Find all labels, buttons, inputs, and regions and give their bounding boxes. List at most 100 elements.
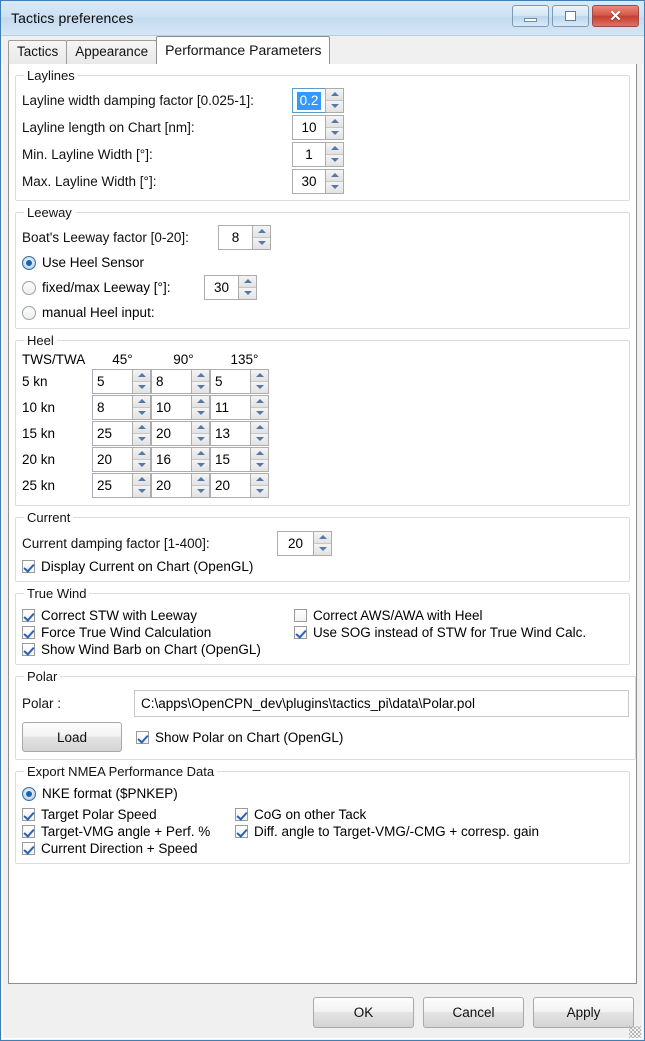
heel-input[interactable] bbox=[151, 421, 191, 446]
heel-cell-15kn-45[interactable] bbox=[92, 421, 151, 446]
spin-up-icon[interactable] bbox=[251, 370, 268, 382]
heel-spin-buttons[interactable] bbox=[250, 369, 269, 394]
heel-input[interactable] bbox=[92, 421, 132, 446]
max-layline-width-input[interactable] bbox=[292, 169, 325, 194]
leeway-factor-stepper[interactable] bbox=[218, 225, 271, 250]
checkbox-correct-aws-awa-with-heel[interactable]: Correct AWS/AWA with Heel bbox=[294, 608, 586, 623]
heel-spin-buttons[interactable] bbox=[132, 421, 151, 446]
heel-cell-10kn-90[interactable] bbox=[151, 395, 210, 420]
spin-up-icon[interactable] bbox=[133, 370, 150, 382]
leeway-factor-input[interactable] bbox=[218, 225, 252, 250]
heel-input[interactable] bbox=[210, 395, 250, 420]
layline-length-spin-buttons[interactable] bbox=[325, 115, 344, 140]
spin-up-icon[interactable] bbox=[251, 396, 268, 408]
checkbox-display-current-on-chart[interactable]: Display Current on Chart (OpenGL) bbox=[22, 559, 623, 574]
heel-input[interactable] bbox=[210, 369, 250, 394]
spin-down-icon[interactable] bbox=[192, 382, 209, 394]
spin-down-icon[interactable] bbox=[192, 434, 209, 446]
heel-input[interactable] bbox=[151, 395, 191, 420]
spin-down-icon[interactable] bbox=[251, 486, 268, 498]
spin-up-icon[interactable] bbox=[253, 226, 270, 238]
tab-appearance[interactable]: Appearance bbox=[66, 40, 157, 64]
min-layline-width-spin-buttons[interactable] bbox=[325, 142, 344, 167]
spin-down-icon[interactable] bbox=[326, 182, 343, 194]
heel-cell-25kn-135[interactable] bbox=[210, 473, 269, 498]
spin-down-icon[interactable] bbox=[133, 486, 150, 498]
heel-cell-20kn-90[interactable] bbox=[151, 447, 210, 472]
spin-up-icon[interactable] bbox=[326, 116, 343, 128]
layline-damping-spin-buttons[interactable] bbox=[325, 88, 344, 113]
spin-up-icon[interactable] bbox=[314, 532, 331, 544]
checkbox-current-direction-speed[interactable]: Current Direction + Speed bbox=[22, 841, 235, 856]
heel-cell-15kn-90[interactable] bbox=[151, 421, 210, 446]
checkbox-force-true-wind-calculation[interactable]: Force True Wind Calculation bbox=[22, 625, 294, 640]
checkbox-target-vmg-angle[interactable]: Target-VMG angle + Perf. % bbox=[22, 824, 235, 839]
heel-spin-buttons[interactable] bbox=[132, 369, 151, 394]
layline-damping-stepper[interactable]: 0.2 bbox=[292, 88, 344, 113]
fixed-max-leeway-spin-buttons[interactable] bbox=[238, 275, 257, 300]
spin-down-icon[interactable] bbox=[192, 460, 209, 472]
checkbox-use-sog-instead-of-stw[interactable]: Use SOG instead of STW for True Wind Cal… bbox=[294, 625, 586, 640]
close-button[interactable]: ✕ bbox=[592, 5, 639, 27]
fixed-max-leeway-stepper[interactable] bbox=[204, 275, 257, 300]
checkbox-show-polar-on-chart[interactable]: Show Polar on Chart (OpenGL) bbox=[136, 730, 343, 745]
heel-spin-buttons[interactable] bbox=[191, 447, 210, 472]
cancel-button[interactable]: Cancel bbox=[423, 997, 524, 1028]
layline-damping-input[interactable]: 0.2 bbox=[292, 88, 325, 113]
spin-down-icon[interactable] bbox=[251, 408, 268, 420]
heel-cell-5kn-90[interactable] bbox=[151, 369, 210, 394]
spin-up-icon[interactable] bbox=[239, 276, 256, 288]
tab-tactics[interactable]: Tactics bbox=[8, 40, 67, 64]
load-button[interactable]: Load bbox=[22, 722, 122, 752]
fixed-max-leeway-input[interactable] bbox=[204, 275, 238, 300]
spin-down-icon[interactable] bbox=[253, 238, 270, 250]
checkbox-icon-checked[interactable] bbox=[22, 626, 35, 639]
heel-spin-buttons[interactable] bbox=[250, 473, 269, 498]
heel-spin-buttons[interactable] bbox=[250, 421, 269, 446]
spin-down-icon[interactable] bbox=[251, 460, 268, 472]
checkbox-icon-checked[interactable] bbox=[235, 808, 248, 821]
max-layline-width-spin-buttons[interactable] bbox=[325, 169, 344, 194]
heel-input[interactable] bbox=[92, 473, 132, 498]
checkbox-icon-checked[interactable] bbox=[22, 825, 35, 838]
spin-up-icon[interactable] bbox=[192, 422, 209, 434]
checkbox-show-wind-barb-on-chart[interactable]: Show Wind Barb on Chart (OpenGL) bbox=[22, 642, 294, 657]
spin-up-icon[interactable] bbox=[133, 422, 150, 434]
heel-spin-buttons[interactable] bbox=[191, 421, 210, 446]
tab-performance-parameters[interactable]: Performance Parameters bbox=[156, 36, 330, 64]
heel-input[interactable] bbox=[92, 395, 132, 420]
min-layline-width-stepper[interactable] bbox=[292, 142, 344, 167]
spin-up-icon[interactable] bbox=[133, 474, 150, 486]
spin-up-icon[interactable] bbox=[133, 448, 150, 460]
radio-fixed-max-leeway[interactable]: fixed/max Leeway [°]: bbox=[22, 280, 204, 295]
spin-up-icon[interactable] bbox=[192, 370, 209, 382]
spin-down-icon[interactable] bbox=[133, 460, 150, 472]
spin-up-icon[interactable] bbox=[326, 89, 343, 101]
spin-up-icon[interactable] bbox=[192, 448, 209, 460]
heel-input[interactable] bbox=[210, 473, 250, 498]
polar-path-input[interactable] bbox=[134, 690, 629, 717]
heel-cell-5kn-135[interactable] bbox=[210, 369, 269, 394]
radio-icon-unselected[interactable] bbox=[22, 306, 36, 320]
heel-input[interactable] bbox=[151, 369, 191, 394]
spin-up-icon[interactable] bbox=[326, 170, 343, 182]
heel-input[interactable] bbox=[151, 447, 191, 472]
spin-down-icon[interactable] bbox=[326, 101, 343, 113]
spin-down-icon[interactable] bbox=[192, 486, 209, 498]
checkbox-icon-checked[interactable] bbox=[22, 808, 35, 821]
minimize-button[interactable] bbox=[512, 5, 549, 27]
checkbox-icon-checked[interactable] bbox=[294, 626, 307, 639]
checkbox-correct-stw-with-leeway[interactable]: Correct STW with Leeway bbox=[22, 608, 294, 623]
ok-button[interactable]: OK bbox=[313, 997, 414, 1028]
heel-cell-10kn-135[interactable] bbox=[210, 395, 269, 420]
current-damping-input[interactable] bbox=[277, 531, 313, 556]
heel-cell-5kn-45[interactable] bbox=[92, 369, 151, 394]
heel-cell-25kn-90[interactable] bbox=[151, 473, 210, 498]
heel-spin-buttons[interactable] bbox=[191, 473, 210, 498]
heel-cell-20kn-135[interactable] bbox=[210, 447, 269, 472]
spin-down-icon[interactable] bbox=[326, 128, 343, 140]
heel-input[interactable] bbox=[92, 369, 132, 394]
layline-length-input[interactable] bbox=[292, 115, 325, 140]
spin-down-icon[interactable] bbox=[251, 382, 268, 394]
current-damping-stepper[interactable] bbox=[277, 531, 332, 556]
